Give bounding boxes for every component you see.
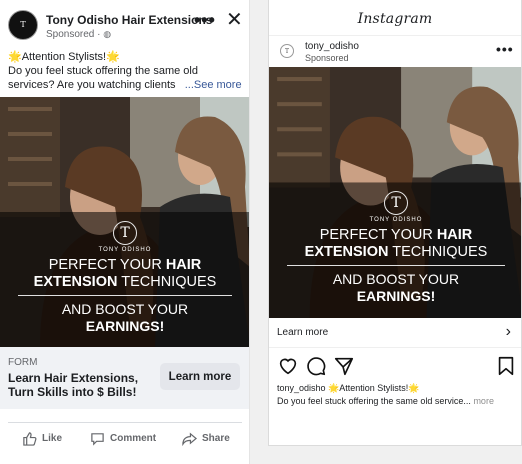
headline-line2: EXTENSION TECHNIQUES: [269, 244, 521, 261]
headline-bold: HAIR: [436, 227, 473, 243]
learn-more-button[interactable]: Learn more: [160, 363, 240, 390]
like-label: Like: [42, 433, 63, 444]
form-title: Learn Hair Extensions, Turn Skills into …: [8, 371, 138, 399]
headline-text: TECHNIQUES: [388, 244, 488, 260]
primary-text-line: Do you feel stuck offering the same old: [8, 65, 198, 77]
form-label: FORM: [8, 357, 38, 368]
ad-image[interactable]: T TONY ODISHO PERFECT YOUR HAIR EXTENSIO…: [0, 97, 249, 347]
share-label: Share: [202, 433, 230, 444]
instagram-wordmark: Instagram: [357, 11, 433, 27]
instagram-ad-preview: Instagram T tony_odisho Sponsored ••• T …: [268, 0, 522, 446]
headline-bold: HAIR: [165, 257, 202, 273]
chevron-right-icon[interactable]: ›: [506, 323, 511, 341]
sponsored-label: Sponsored: [305, 53, 349, 63]
primary-text-line3: services? Are you watching clients: [8, 79, 176, 91]
headline-line1: PERFECT YOUR HAIR: [0, 257, 249, 274]
brand-logo: T: [113, 221, 137, 245]
divider-line: [287, 265, 505, 266]
comment-icon[interactable]: [305, 355, 327, 377]
sponsored-label: Sponsored · ◍: [46, 29, 111, 40]
share-icon[interactable]: [333, 355, 355, 377]
headline-text: PERFECT YOUR: [48, 257, 166, 273]
comment-button[interactable]: Comment: [90, 431, 156, 446]
headline-text: PERFECT YOUR: [319, 227, 437, 243]
facebook-ad-preview: T Tony Odisho Hair Extensions Sponsored …: [0, 0, 250, 464]
post-header: T Tony Odisho Hair Extensions Sponsored …: [0, 0, 249, 46]
close-icon[interactable]: ✕: [226, 10, 243, 30]
share-button[interactable]: Share: [182, 431, 230, 446]
form-title-line: Turn Skills into $ Bills!: [8, 385, 137, 399]
share-icon: [182, 432, 197, 446]
headline-bold: EXTENSION: [304, 244, 389, 260]
more-link[interactable]: more: [471, 396, 494, 406]
learn-more-bar[interactable]: Learn more ›: [269, 318, 521, 348]
caption-text: 🌟Attention Stylists!🌟: [325, 383, 420, 393]
logo-text: TONY ODISHO: [98, 247, 152, 253]
thumbs-up-icon: [23, 432, 37, 446]
caption-line2: Do you feel stuck offering the same old …: [277, 395, 517, 408]
subheadline-text: AND BOOST YOUR: [332, 271, 460, 287]
logo-text: TONY ODISHO: [369, 217, 423, 223]
subheadline: AND BOOST YOUR EARNINGS!: [0, 301, 249, 335]
profile-avatar[interactable]: T: [280, 44, 294, 58]
subheadline-bold: EARNINGS!: [85, 318, 165, 334]
heart-icon[interactable]: [277, 355, 299, 377]
headline-text: TECHNIQUES: [117, 274, 217, 290]
primary-text-line: 🌟Attention Stylists!🌟: [8, 51, 120, 63]
like-button[interactable]: Like: [22, 431, 62, 446]
page-avatar[interactable]: T: [8, 10, 38, 40]
post-actions: [269, 355, 521, 379]
divider: [269, 35, 521, 36]
comment-icon: [91, 433, 104, 446]
learn-more-label: Learn more: [277, 327, 329, 338]
subheadline: AND BOOST YOUR EARNINGS!: [269, 271, 521, 305]
headline-bold: EXTENSION: [33, 274, 118, 290]
caption-body: Do you feel stuck offering the same old …: [277, 396, 471, 406]
subheadline-text: AND BOOST YOUR: [61, 301, 189, 317]
headline: PERFECT YOUR HAIR EXTENSION TECHNIQUES: [0, 257, 249, 291]
more-options-icon[interactable]: •••: [194, 10, 216, 31]
more-options-icon[interactable]: •••: [496, 41, 514, 57]
divider-line: [18, 295, 232, 296]
caption-username[interactable]: tony_odisho: [277, 383, 326, 393]
logo-monogram: T: [391, 195, 401, 211]
subheadline-bold: EARNINGS!: [356, 288, 436, 304]
globe-icon: ◍: [103, 29, 112, 39]
see-more-link[interactable]: ...See more: [185, 79, 242, 91]
cta-bar: FORM Learn Hair Extensions, Turn Skills …: [0, 347, 249, 409]
headline-line2: EXTENSION TECHNIQUES: [0, 274, 249, 291]
logo-monogram: T: [120, 225, 130, 241]
brand-logo: T: [384, 191, 408, 215]
primary-text: 🌟Attention Stylists!🌟 Do you feel stuck …: [8, 50, 244, 92]
caption-line1: tony_odisho 🌟Attention Stylists!🌟: [277, 382, 517, 395]
avatar-monogram: T: [20, 20, 26, 29]
caption: tony_odisho 🌟Attention Stylists!🌟 Do you…: [277, 382, 517, 408]
comment-label: Comment: [110, 433, 157, 444]
avatar-monogram: T: [284, 47, 289, 55]
action-bar: Like Comment Share: [8, 422, 242, 452]
username[interactable]: tony_odisho: [305, 41, 359, 52]
sponsored-text: Sponsored ·: [46, 29, 101, 40]
headline-line1: PERFECT YOUR HAIR: [269, 227, 521, 244]
page-name[interactable]: Tony Odisho Hair Extensions: [46, 13, 212, 27]
headline: PERFECT YOUR HAIR EXTENSION TECHNIQUES: [269, 227, 521, 261]
form-title-line: Learn Hair Extensions,: [8, 371, 139, 385]
ad-image[interactable]: T TONY ODISHO PERFECT YOUR HAIR EXTENSIO…: [269, 67, 521, 318]
primary-text-line: services? Are you watching clients ...Se…: [8, 78, 244, 92]
bookmark-icon[interactable]: [495, 355, 517, 377]
